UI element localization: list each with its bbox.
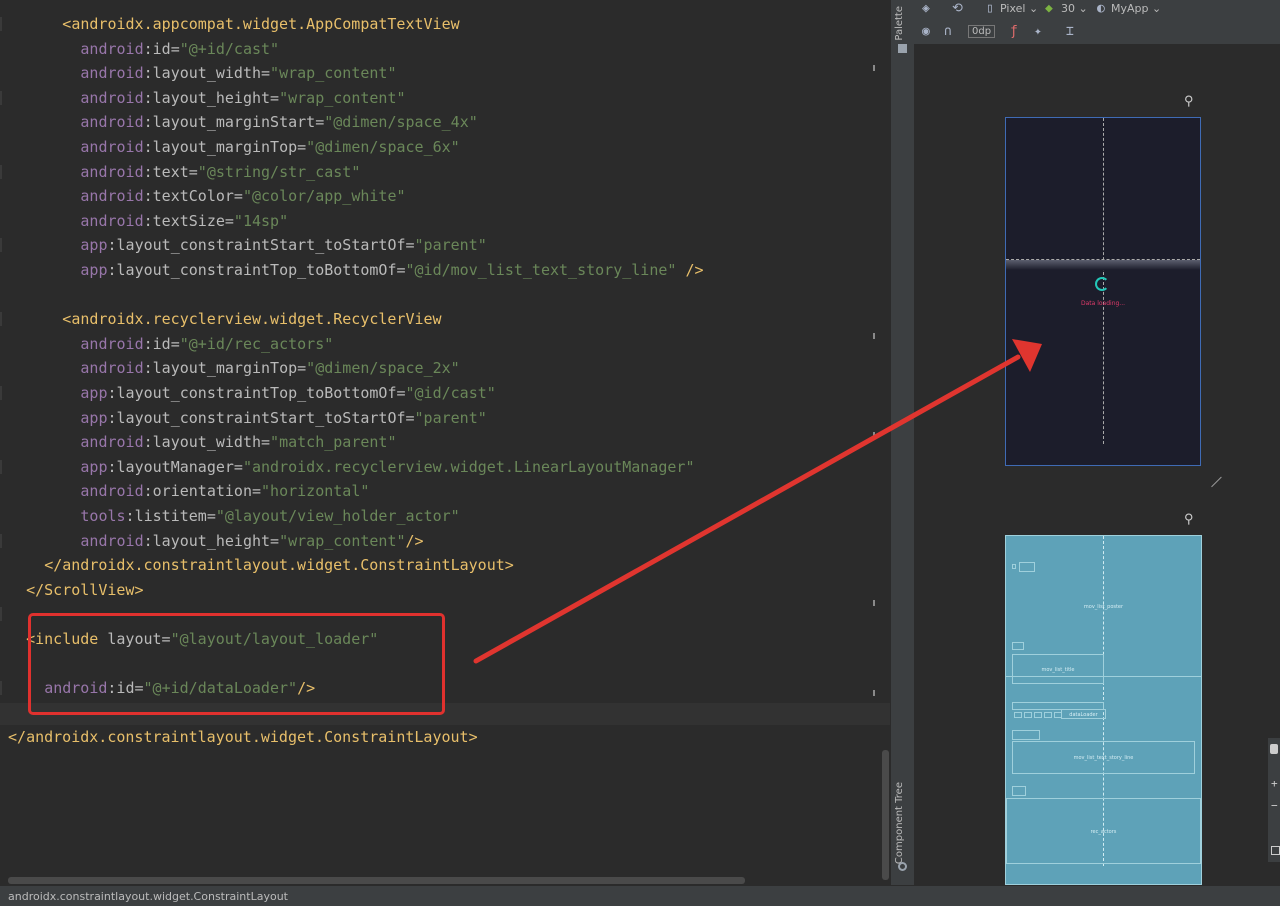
zoom-in-icon[interactable]: + bbox=[1271, 778, 1278, 789]
zoom-controls: + − bbox=[1268, 738, 1280, 862]
zoom-fit-icon[interactable] bbox=[1271, 846, 1280, 855]
breadcrumb[interactable]: androidx.constraintlayout.widget.Constra… bbox=[8, 890, 288, 903]
status-bar: androidx.constraintlayout.widget.Constra… bbox=[0, 885, 1280, 906]
arrow-shaft bbox=[473, 354, 1021, 664]
annotation-arrow bbox=[473, 339, 1042, 664]
pan-icon[interactable] bbox=[1270, 744, 1278, 754]
zoom-out-icon[interactable]: − bbox=[1271, 800, 1278, 811]
